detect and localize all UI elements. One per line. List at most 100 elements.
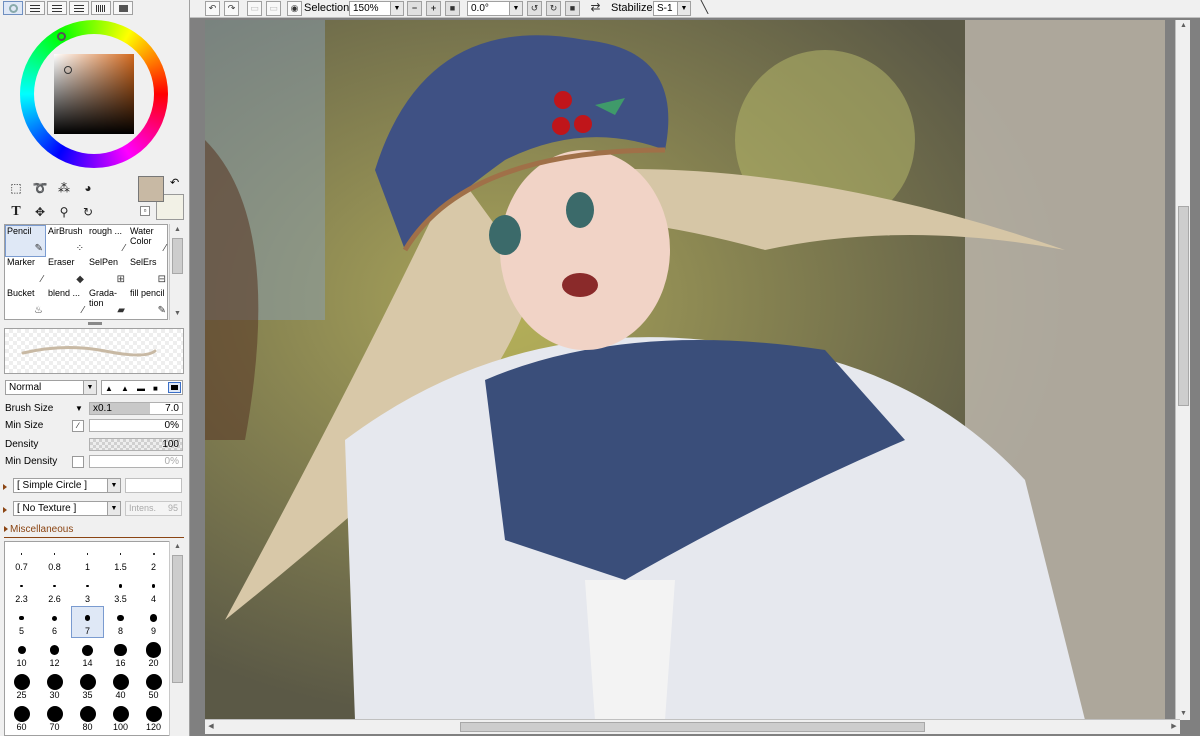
size-preset[interactable]: 6 (38, 606, 71, 638)
shape-soft-icon[interactable]: ▬ (137, 384, 145, 393)
size-presets-scrollbar[interactable]: ▲ (169, 541, 184, 736)
scratchpad-tab[interactable] (113, 1, 133, 15)
scroll-up-icon[interactable]: ▲ (170, 224, 185, 236)
size-preset[interactable]: 0.8 (38, 542, 71, 574)
size-preset[interactable]: 4 (137, 574, 170, 606)
expand-arrow-icon[interactable] (3, 482, 12, 493)
scroll-thumb[interactable] (460, 722, 925, 732)
scroll-down-icon[interactable]: ▼ (170, 308, 185, 320)
size-preset[interactable]: 80 (71, 702, 104, 734)
brush-marker[interactable]: Marker ∕ (5, 256, 46, 288)
palette-tab[interactable] (69, 1, 89, 15)
brush-selers[interactable]: SelErs ⊟ (128, 256, 169, 288)
size-preset[interactable]: 14 (71, 638, 104, 670)
zoom-out-icon[interactable]: − (407, 1, 422, 16)
zoom-in-icon[interactable]: + (426, 1, 441, 16)
reset-colors-icon[interactable]: ▫ (140, 206, 150, 216)
brush-bucket[interactable]: Bucket ♨ (5, 287, 46, 319)
density-slider[interactable]: 100 (89, 438, 183, 451)
size-preset[interactable]: 3.5 (104, 574, 137, 606)
size-preset[interactable]: 40 (104, 670, 137, 702)
move-icon[interactable]: ✥ (29, 201, 51, 223)
scroll-up-icon[interactable]: ▲ (1176, 20, 1191, 32)
scroll-thumb[interactable] (172, 555, 183, 683)
hue-marker[interactable] (57, 32, 66, 41)
color-circle-tab[interactable] (3, 1, 23, 15)
size-preset[interactable]: 2 (137, 542, 170, 574)
brush-grid-scrollbar[interactable]: ▲ ▼ (169, 224, 184, 320)
invert-selection-icon[interactable]: ▭ (266, 1, 281, 16)
size-preset[interactable]: 1 (71, 542, 104, 574)
scroll-left-icon[interactable]: ◀ (205, 720, 217, 734)
rotate-right-icon[interactable]: ↻ (546, 1, 561, 16)
deselect-icon[interactable]: ▭ (247, 1, 262, 16)
rect-select-icon[interactable]: ⬚ (5, 177, 27, 199)
fill-shape-icon[interactable]: ◕ (77, 177, 99, 199)
shape-square-icon[interactable] (168, 382, 181, 393)
brush-pencil[interactable]: Pencil ✎ (5, 225, 46, 257)
misc-section-header[interactable]: Miscellaneous (4, 524, 73, 535)
shape-intensity-field[interactable] (125, 478, 182, 493)
size-preset[interactable]: 12 (38, 638, 71, 670)
size-preset[interactable]: 70 (38, 702, 71, 734)
canvas-horizontal-scrollbar[interactable]: ◀ ▶ (205, 719, 1180, 734)
primary-color-swatch[interactable] (138, 176, 164, 202)
pressure-toggle[interactable] (72, 456, 84, 468)
splitter-handle[interactable] (88, 322, 102, 325)
size-preset[interactable]: 3 (71, 574, 104, 606)
brush-water-color[interactable]: Water Color ⁄ (128, 225, 169, 257)
shape-hard-icon[interactable]: ▲ (105, 384, 113, 393)
scroll-thumb[interactable] (172, 238, 183, 274)
min-density-slider[interactable]: 0% (89, 455, 183, 468)
brush-rough[interactable]: rough ... ⁄ (87, 225, 128, 257)
lasso-icon[interactable]: ➰ (29, 177, 51, 199)
brush-fill-pencil[interactable]: fill pencil ✎ (128, 287, 169, 319)
sv-marker[interactable] (64, 66, 72, 74)
chevron-down-icon[interactable]: ▼ (75, 401, 83, 417)
brush-shape-select[interactable]: [ Simple Circle ] ▼ (13, 478, 121, 493)
undo-icon[interactable]: ↶ (205, 1, 220, 16)
size-preset[interactable]: 1.5 (104, 542, 137, 574)
size-preset[interactable]: 7 (71, 606, 104, 638)
swap-colors-icon[interactable]: ↶ (170, 176, 179, 189)
brush-airbrush[interactable]: AirBrush ⁘ (46, 225, 87, 257)
hsv-sliders-tab[interactable] (47, 1, 67, 15)
zoom-select[interactable]: 150% ▼ (349, 1, 404, 16)
eye-icon[interactable]: ◉ (287, 1, 302, 16)
size-preset[interactable]: 50 (137, 670, 170, 702)
line-tool-icon[interactable]: ╲ (697, 1, 712, 16)
zoom-icon[interactable]: ⚲ (53, 201, 75, 223)
rotate-icon[interactable]: ↻ (77, 201, 99, 223)
size-preset[interactable]: 60 (5, 702, 38, 734)
size-preset[interactable]: 20 (137, 638, 170, 670)
swatch-tab[interactable] (91, 1, 111, 15)
brush-grada-tion[interactable]: Grada- tion ▰ (87, 287, 128, 319)
scroll-thumb[interactable] (1178, 206, 1189, 406)
text-icon[interactable]: T (5, 201, 27, 223)
rotate-left-icon[interactable]: ↺ (527, 1, 542, 16)
size-preset[interactable]: 30 (38, 670, 71, 702)
size-preset[interactable]: 10 (5, 638, 38, 670)
size-preset[interactable]: 100 (104, 702, 137, 734)
size-preset[interactable]: 0.7 (5, 542, 38, 574)
size-preset[interactable]: 16 (104, 638, 137, 670)
canvas-artwork[interactable] (205, 20, 1165, 720)
redo-icon[interactable]: ↷ (224, 1, 239, 16)
rgb-sliders-tab[interactable] (25, 1, 45, 15)
size-preset[interactable]: 35 (71, 670, 104, 702)
blend-mode-select[interactable]: Normal ▼ (5, 380, 97, 395)
texture-intensity-field[interactable]: Intens. 95 (125, 501, 182, 516)
canvas-vertical-scrollbar[interactable]: ▲ ▼ (1175, 20, 1190, 720)
brush-size-slider[interactable]: x0.1 7.0 (89, 402, 183, 415)
min-size-slider[interactable]: 0% (89, 419, 183, 432)
stabilizer-select[interactable]: S-1 ▼ (653, 1, 691, 16)
size-preset[interactable]: 5 (5, 606, 38, 638)
size-preset[interactable]: 2.3 (5, 574, 38, 606)
shape-flat-icon[interactable]: ■ (153, 384, 158, 393)
brush-texture-select[interactable]: [ No Texture ] ▼ (13, 501, 121, 516)
brush-eraser[interactable]: Eraser ◆ (46, 256, 87, 288)
rotation-reset-icon[interactable]: ■ (565, 1, 580, 16)
zoom-reset-icon[interactable]: ■ (445, 1, 460, 16)
magic-wand-icon[interactable]: ⁂ (53, 177, 75, 199)
brush-selpen[interactable]: SelPen ⊞ (87, 256, 128, 288)
